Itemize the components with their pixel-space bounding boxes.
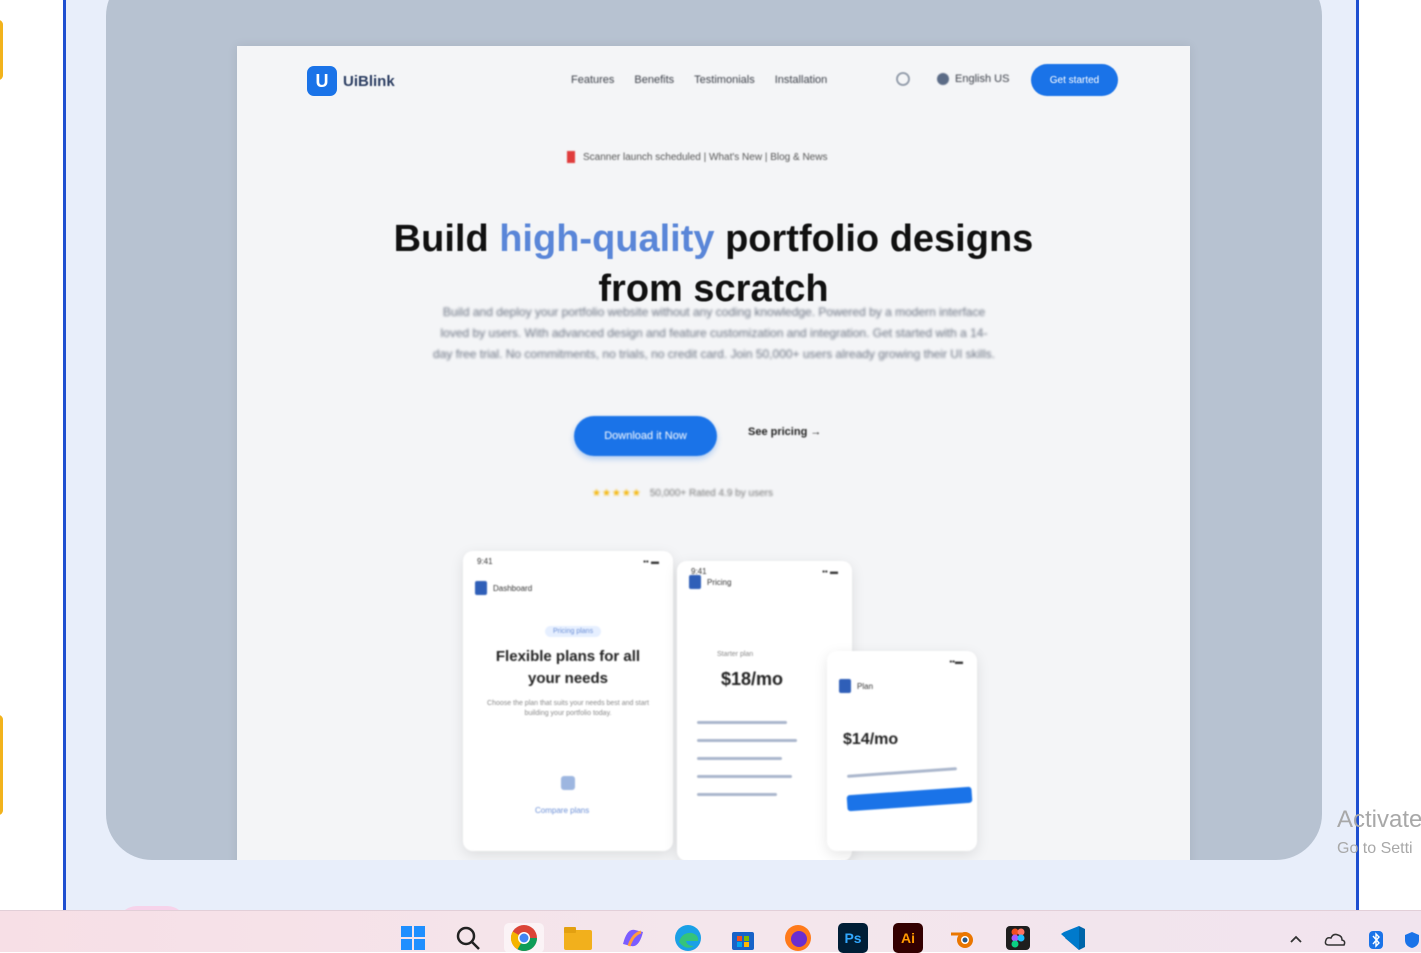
windows-start-icon[interactable] bbox=[398, 923, 428, 953]
headline-part2: portfolio designs bbox=[714, 218, 1034, 260]
phone-status-icons: ▪▪▬ bbox=[949, 657, 963, 666]
nav-link-testimonials[interactable]: Testimonials bbox=[694, 74, 755, 86]
plan-icon bbox=[561, 776, 575, 790]
feature-line bbox=[847, 767, 957, 778]
arrow-right-icon: → bbox=[810, 426, 822, 438]
phone-price: $18/mo bbox=[721, 669, 784, 689]
language-label: English US bbox=[955, 73, 1010, 85]
windows-taskbar: Ps Ai bbox=[0, 910, 1421, 953]
search-icon[interactable] bbox=[453, 923, 483, 953]
website-preview[interactable]: U UiBlink Features Benefits Testimonials… bbox=[237, 46, 1190, 860]
photoshop-icon[interactable]: Ps bbox=[838, 923, 868, 953]
phone-pill: Pricing plans bbox=[545, 626, 602, 637]
chrome-icon[interactable] bbox=[504, 923, 544, 953]
language-selector[interactable]: English US bbox=[937, 73, 1009, 85]
site-navbar: U UiBlink Features Benefits Testimonials… bbox=[237, 46, 1190, 116]
preview-card[interactable]: U UiBlink Features Benefits Testimonials… bbox=[106, 0, 1322, 860]
phone-brand-text: Dashboard bbox=[493, 583, 533, 593]
rating-text: 50,000+ Rated 4.9 by users bbox=[649, 488, 773, 499]
feature-line bbox=[697, 739, 797, 742]
microsoft-store-icon[interactable] bbox=[728, 923, 758, 953]
left-edge-decoration bbox=[0, 0, 4, 910]
download-button[interactable]: Download it Now bbox=[574, 416, 717, 456]
logo-text: UiBlink bbox=[343, 72, 395, 90]
phone-brand-text: Plan bbox=[857, 681, 874, 691]
watermark-line2: Go to Setti bbox=[1337, 840, 1413, 857]
phone-status-icons: ▪▪ ▬ bbox=[822, 567, 838, 576]
get-started-button[interactable]: Get started bbox=[1031, 64, 1118, 96]
nav-link-benefits[interactable]: Benefits bbox=[634, 74, 674, 86]
hero-subtext: Build and deploy your portfolio website … bbox=[433, 305, 995, 361]
phone-status-time: 9:41 bbox=[477, 557, 493, 566]
vscode-icon[interactable] bbox=[1058, 923, 1088, 953]
headline-highlight: high-quality bbox=[499, 218, 715, 260]
feature-line bbox=[697, 757, 782, 760]
illustrator-icon[interactable]: Ai bbox=[893, 923, 923, 953]
logo-mark-icon: U bbox=[307, 66, 337, 96]
phone-brand: Dashboard bbox=[475, 581, 532, 595]
file-explorer-icon[interactable] bbox=[563, 923, 593, 953]
phone-brand-text: Pricing bbox=[707, 577, 732, 587]
announcement-text: Scanner launch scheduled | What's New | … bbox=[583, 151, 828, 163]
figma-icon[interactable] bbox=[1003, 923, 1033, 953]
site-logo[interactable]: U UiBlink bbox=[307, 66, 395, 96]
phone-brand: Plan bbox=[839, 679, 873, 693]
nav-link-features[interactable]: Features bbox=[571, 74, 614, 86]
edge-icon[interactable] bbox=[673, 923, 703, 953]
phone-plan-button bbox=[846, 786, 973, 812]
content-frame: U UiBlink Features Benefits Testimonials… bbox=[63, 0, 1359, 910]
see-pricing-link[interactable]: See pricing → bbox=[748, 426, 821, 438]
chevron-up-icon[interactable] bbox=[1288, 931, 1304, 950]
blender-icon[interactable] bbox=[948, 923, 978, 953]
phone-mockup-pricing-intro: 9:41 ▪▪ ▬ Dashboard Pricing plans Flexib… bbox=[463, 551, 673, 851]
bluetooth-icon[interactable] bbox=[1369, 931, 1383, 952]
left-decoration-blob bbox=[0, 20, 3, 80]
watermark-line1: Activate bbox=[1337, 806, 1421, 833]
phone-logo-icon bbox=[475, 581, 487, 595]
search-icon[interactable] bbox=[896, 72, 910, 86]
see-pricing-label: See pricing bbox=[748, 426, 808, 438]
phone-footer-text: Compare plans bbox=[535, 806, 590, 815]
activation-watermark: Activate Go to Setti bbox=[1337, 806, 1421, 858]
onedrive-icon[interactable] bbox=[1324, 931, 1346, 950]
globe-icon bbox=[937, 73, 949, 85]
phone-title: Flexible plans for all your needs bbox=[495, 648, 641, 687]
hero-headline: Build high-quality portfolio designs fro… bbox=[237, 214, 1190, 314]
desktop-page: U UiBlink Features Benefits Testimonials… bbox=[0, 0, 1421, 910]
nav-link-installation[interactable]: Installation bbox=[775, 74, 828, 86]
rating-row: ★★★★★ 50,000+ Rated 4.9 by users bbox=[592, 488, 773, 499]
phone-brand: Pricing bbox=[689, 575, 731, 589]
feature-line bbox=[697, 793, 777, 796]
phone-mockup-pricing-plan: 9:41 ▪▪ ▬ Pricing Starter plan $18/mo bbox=[677, 561, 852, 860]
star-rating-icon: ★★★★★ bbox=[592, 488, 642, 499]
phone-mockup-plan-card: ▪▪▬ Plan $14/mo bbox=[827, 651, 977, 851]
phone-status-icons: ▪▪ ▬ bbox=[643, 557, 659, 566]
phone-plan-label: Starter plan bbox=[717, 651, 754, 658]
phone-price: $14/mo bbox=[843, 731, 899, 748]
announcement-bar[interactable]: Scanner launch scheduled | What's New | … bbox=[567, 151, 827, 163]
headline-part1: Build bbox=[393, 218, 500, 260]
phone-logo-icon bbox=[839, 679, 851, 693]
nav-links: Features Benefits Testimonials Installat… bbox=[571, 74, 827, 86]
firefox-icon[interactable] bbox=[783, 923, 813, 953]
left-decoration-blob bbox=[0, 715, 3, 815]
feature-line bbox=[697, 721, 787, 724]
security-shield-icon[interactable] bbox=[1404, 931, 1421, 952]
phone-logo-icon bbox=[689, 575, 701, 589]
flag-icon bbox=[567, 151, 575, 163]
phone-description: Choose the plan that suits your needs be… bbox=[487, 700, 649, 717]
copilot-icon[interactable] bbox=[618, 923, 648, 953]
feature-line bbox=[697, 775, 792, 778]
